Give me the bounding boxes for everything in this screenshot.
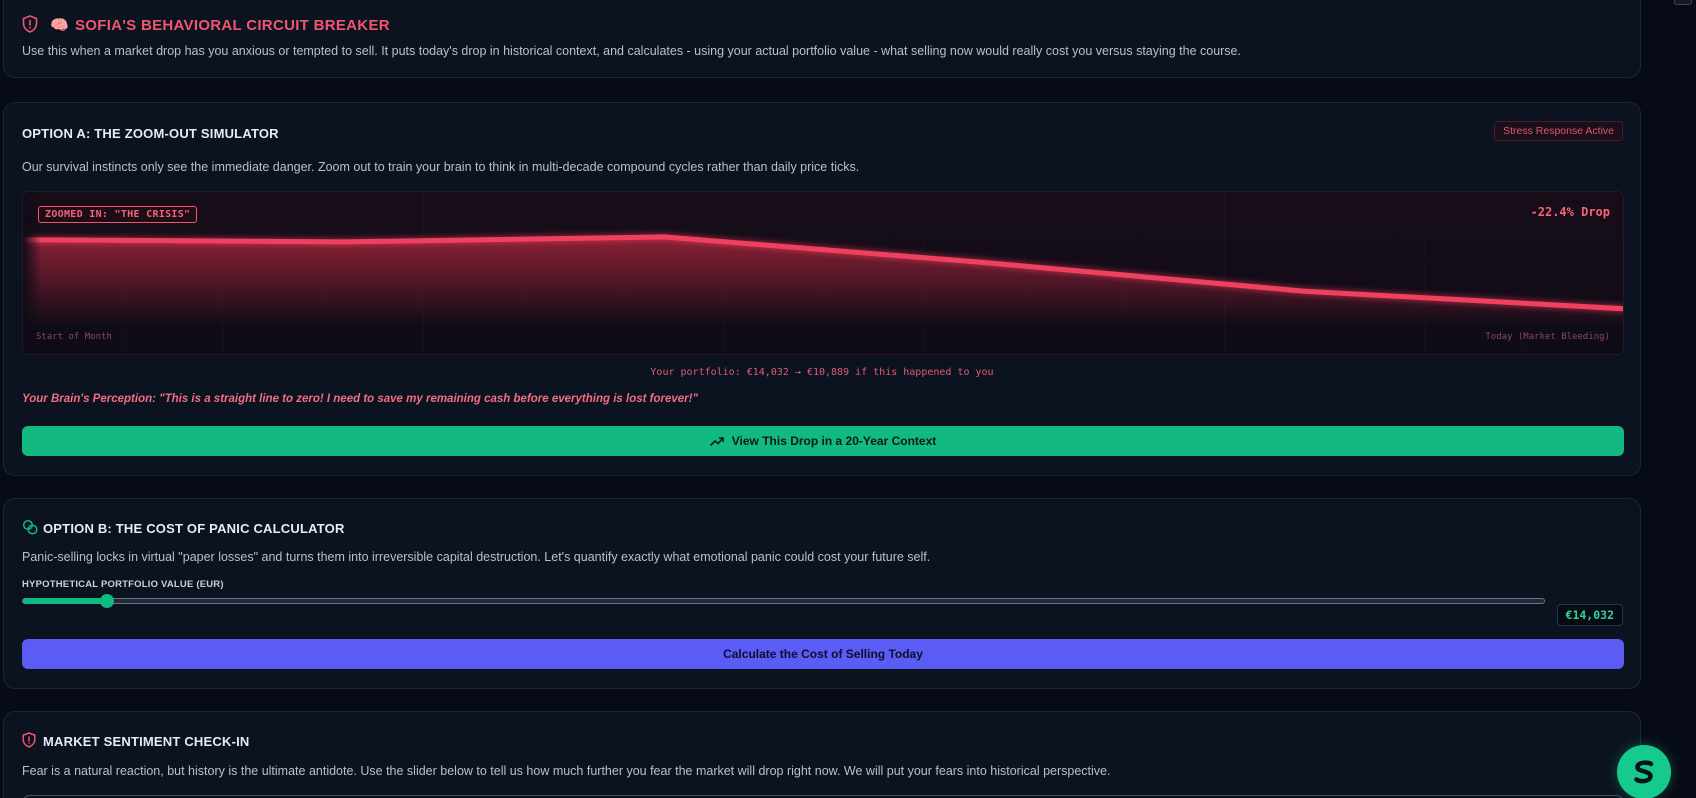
portfolio-value-slider-thumb[interactable] (99, 594, 114, 608)
zoom-out-simulator-title: OPTION A: THE ZOOM-OUT SIMULATOR (22, 126, 279, 141)
brain-icon: 🧠 (50, 17, 69, 34)
crisis-chart-svg (23, 192, 1623, 354)
portfolio-value-display: €14,032 (1556, 604, 1623, 626)
portfolio-value-label: HYPOTHETICAL PORTFOLIO VALUE (EUR) (22, 579, 224, 590)
brand-s-logo-icon (1634, 760, 1654, 784)
crisis-chart: ZOOMED IN: "THE CRISIS" -22.4% Drop Star… (22, 191, 1624, 355)
brain-perception-text: Your Brain's Perception: "This is a stra… (22, 393, 698, 405)
trending-up-icon (709, 437, 724, 446)
cost-of-panic-description: Panic-selling locks in virtual "paper lo… (22, 550, 931, 564)
coins-icon (22, 519, 38, 540)
circuit-breaker-intro-card: 🧠 SOFIA'S BEHAVIORAL CIRCUIT BREAKER Use … (3, 0, 1641, 78)
market-sentiment-card: MARKET SENTIMENT CHECK-IN Fear is a natu… (3, 711, 1641, 798)
portfolio-value-slider[interactable] (22, 594, 1545, 608)
calculate-cost-button[interactable]: Calculate the Cost of Selling Today (22, 639, 1624, 669)
zoom-out-description: Our survival instincts only see the imme… (22, 160, 860, 174)
cost-of-panic-card: OPTION B: THE COST OF PANIC CALCULATOR P… (3, 498, 1641, 689)
x-axis-end-label: Today (Market Bleeding) (1485, 332, 1610, 342)
zoomed-in-tag: ZOOMED IN: "THE CRISIS" (38, 206, 198, 223)
market-sentiment-title: MARKET SENTIMENT CHECK-IN (43, 734, 250, 749)
portfolio-value-slider-fill (23, 598, 107, 604)
shield-alert-icon (22, 15, 38, 38)
page-title-text: SOFIA'S BEHAVIORAL CIRCUIT BREAKER (74, 17, 390, 34)
stress-response-badge: Stress Response Active (1494, 121, 1623, 141)
view-20-year-context-label: View This Drop in a 20-Year Context (731, 434, 937, 448)
portfolio-impact-note: Your portfolio: €14,032 → €10,889 if thi… (650, 367, 994, 378)
shield-icon (22, 732, 36, 753)
x-axis-start-label: Start of Month (36, 332, 112, 342)
intro-description: Use this when a market drop has you anxi… (22, 44, 1241, 58)
scrollbar-thumb[interactable] (1674, 0, 1692, 5)
assistant-launcher-button[interactable] (1617, 745, 1671, 798)
zoom-out-simulator-card: OPTION A: THE ZOOM-OUT SIMULATOR Stress … (3, 102, 1641, 476)
cost-of-panic-title: OPTION B: THE COST OF PANIC CALCULATOR (43, 521, 345, 536)
drop-percentage-label: -22.4% Drop (1530, 205, 1610, 219)
page-title: 🧠 SOFIA'S BEHAVIORAL CIRCUIT BREAKER (50, 16, 390, 34)
view-20-year-context-button[interactable]: View This Drop in a 20-Year Context (22, 426, 1624, 456)
market-sentiment-description: Fear is a natural reaction, but history … (22, 764, 1111, 778)
